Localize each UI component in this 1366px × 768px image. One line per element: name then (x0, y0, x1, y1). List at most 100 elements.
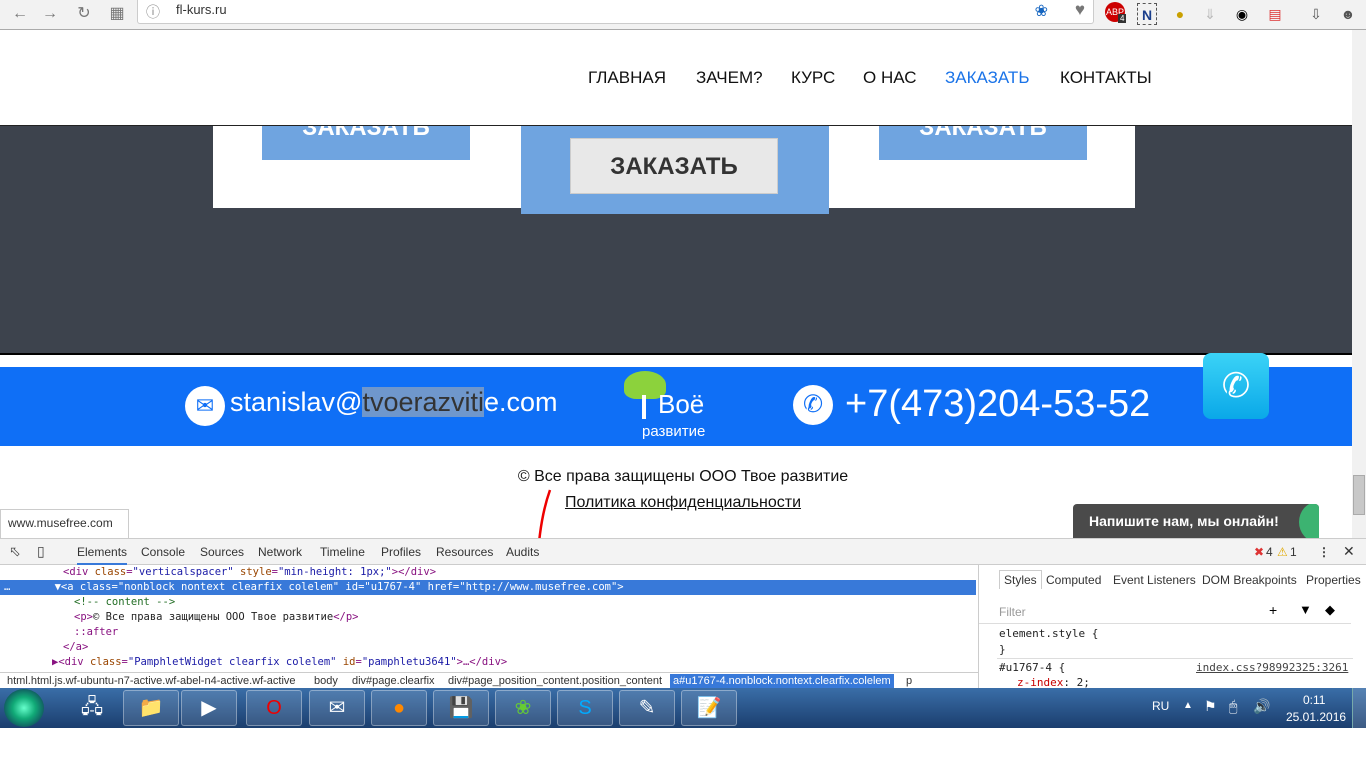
tab-event-listeners[interactable]: Event Listeners (1113, 573, 1196, 587)
privacy-policy-label[interactable]: Политика конфиденциальности (565, 494, 801, 511)
n-extension-icon[interactable]: N (1137, 3, 1157, 25)
phone-number[interactable]: +7(473)204-53-52 (845, 383, 1150, 426)
phone-icon: ✆ (793, 385, 833, 425)
taskbar-notepadpp[interactable]: ✎ (619, 690, 675, 726)
email-icon: ✉ (185, 386, 225, 426)
nav-about[interactable]: О НАС (863, 68, 916, 88)
dom-node[interactable]: <div class="verticalspacer" style="min-h… (63, 565, 436, 580)
email-link[interactable]: stanislav@tvoerazvitie.com (230, 387, 558, 418)
taskbar-skype[interactable]: S (557, 690, 613, 726)
site-header: ГЛАВНАЯ ЗАЧЕМ? КУРС О НАС ЗАКАЗАТЬ КОНТА… (0, 30, 1352, 126)
tab-styles[interactable]: Styles (999, 570, 1042, 589)
crumb-html[interactable]: html.html.js.wf-ubuntu-n7-active.wf-abel… (4, 674, 299, 689)
dom-tree[interactable]: <div class="verticalspacer" style="min-h… (0, 565, 978, 672)
start-button[interactable] (4, 689, 44, 727)
dom-node-selected[interactable]: … ▼<a class="nonblock nontext clearfix c… (0, 580, 976, 595)
download-arrow-icon[interactable]: ⇓ (1200, 3, 1220, 25)
crumb-body[interactable]: body (311, 674, 341, 689)
site-info-icon[interactable]: ⓘ (146, 2, 160, 22)
download-icon[interactable]: ⇩ (1306, 3, 1326, 25)
page-scrollbar[interactable] (1352, 30, 1366, 538)
bee-icon[interactable]: ● (1170, 3, 1190, 25)
order-button-left[interactable]: ЗАКАЗАТЬ (262, 126, 470, 160)
dom-node-close[interactable]: </a> (63, 640, 88, 655)
warning-icon[interactable]: ⚠ (1277, 545, 1288, 559)
tab-resources[interactable]: Resources (436, 545, 493, 559)
dom-node[interactable]: ▶<div class="PamphletWidget clearfix col… (52, 655, 507, 670)
taskbar-opera[interactable]: O (246, 690, 302, 726)
dom-node[interactable]: <p>© Все права защищены ООО Твое развити… (74, 610, 358, 625)
rule-selector[interactable]: element.style { (999, 627, 1098, 640)
taskbar-media-player[interactable]: ▶ (181, 690, 237, 726)
pin-icon[interactable]: ▼ (1299, 602, 1312, 617)
taskbar-explorer[interactable]: 📁 (123, 690, 179, 726)
tab-properties[interactable]: Properties (1306, 573, 1361, 587)
nav-order[interactable]: ЗАКАЗАТЬ (945, 68, 1029, 88)
windows-taskbar: 🖧 📁 ▶ O ✉ ● 💾 ❀ S ✎ 📝 RU ▲ ⚑ 🖱 🔊 0:11 25… (0, 688, 1366, 728)
network-icon[interactable]: 🖱 (1229, 698, 1237, 715)
tab-sources[interactable]: Sources (200, 545, 244, 559)
volume-icon[interactable]: 🔊 (1253, 698, 1270, 715)
nav-course[interactable]: КУРС (791, 68, 835, 88)
order-button-center[interactable]: ЗАКАЗАТЬ (570, 138, 778, 194)
nav-contacts[interactable]: КОНТАКТЫ (1060, 68, 1152, 88)
back-icon[interactable]: ← (10, 4, 30, 24)
error-icon[interactable]: ✖ (1254, 545, 1264, 559)
extension-swirl-icon[interactable]: ❀ (1035, 1, 1048, 21)
language-indicator[interactable]: RU (1152, 699, 1169, 713)
rule-selector[interactable]: #u1767-4 { (999, 661, 1065, 674)
rule-source-link[interactable]: index.css?98992325:3261 (1196, 661, 1348, 674)
tab-network[interactable]: Network (258, 545, 302, 559)
crumb-position-content[interactable]: div#page_position_content.position_conte… (445, 674, 665, 689)
tab-timeline[interactable]: Timeline (320, 545, 365, 559)
toggle-state-icon[interactable]: ◆ (1325, 602, 1335, 618)
account-icon[interactable]: ☻ (1338, 3, 1358, 25)
error-count[interactable]: 4 (1266, 545, 1273, 559)
crumb-page[interactable]: div#page.clearfix (349, 674, 438, 689)
chat-widget[interactable]: Напишите нам, мы онлайн! (1073, 504, 1319, 538)
tab-dom-breakpoints[interactable]: DOM Breakpoints (1202, 573, 1297, 587)
crumb-p[interactable]: p (903, 674, 915, 689)
show-hidden-icons[interactable]: ▲ (1183, 700, 1193, 711)
url-text[interactable]: fl-kurs.ru (176, 2, 227, 17)
add-rule-icon[interactable]: + (1269, 602, 1277, 618)
address-bar[interactable]: ⓘ fl-kurs.ru ❀ ♥ (137, 0, 1094, 24)
eye-icon[interactable]: ◉ (1232, 3, 1252, 25)
apps-grid-icon[interactable]: ▦ (107, 4, 127, 24)
heart-icon[interactable]: ♥ (1075, 0, 1085, 20)
show-desktop-button[interactable] (1352, 688, 1366, 728)
pricing-section: ЗАКАЗАТЬ ЗАКАЗАТЬ ЗАКАЗАТЬ (0, 126, 1352, 355)
note-icon[interactable]: ▤ (1265, 3, 1285, 25)
reload-icon[interactable]: ↻ (74, 4, 94, 24)
device-mode-icon[interactable]: ▯ (37, 543, 45, 560)
tab-computed[interactable]: Computed (1046, 573, 1101, 587)
action-center-flag-icon[interactable]: ⚑ (1204, 698, 1217, 715)
devtools-tabbar: ⬁ ▯ Elements Console Sources Network Tim… (0, 539, 1366, 565)
clock-date[interactable]: 25.01.2016 (1286, 710, 1346, 724)
callback-button[interactable]: ✆ (1203, 353, 1269, 419)
nav-home[interactable]: ГЛАВНАЯ (588, 68, 666, 88)
tab-console[interactable]: Console (141, 545, 185, 559)
nav-why[interactable]: ЗАЧЕМ? (696, 68, 763, 88)
tab-elements[interactable]: Elements (77, 545, 128, 565)
inspect-icon[interactable]: ⬁ (9, 543, 21, 560)
tab-audits[interactable]: Audits (506, 545, 539, 559)
dom-comment[interactable]: <!-- content --> (74, 595, 175, 610)
taskbar-firefox[interactable]: ● (371, 690, 427, 726)
taskbar-thunderbird[interactable]: ✉ (309, 690, 365, 726)
dom-pseudo[interactable]: ::after (74, 625, 118, 640)
breadcrumb: html.html.js.wf-ubuntu-n7-active.wf-abel… (0, 672, 978, 689)
taskbar-icq[interactable]: ❀ (495, 690, 551, 726)
taskbar-notepad[interactable]: 📝 (681, 690, 737, 726)
more-icon[interactable]: ⋮ (1318, 545, 1330, 559)
styles-filter[interactable]: Filter + ▼ ◆ (979, 598, 1351, 624)
clock-time[interactable]: 0:11 (1303, 693, 1325, 707)
forward-icon[interactable]: → (40, 4, 60, 24)
taskbar-network-app[interactable]: 🖧 (64, 690, 120, 726)
taskbar-save-app[interactable]: 💾 (433, 690, 489, 726)
crumb-anchor[interactable]: a#u1767-4.nonblock.nontext.clearfix.cole… (670, 674, 894, 689)
warning-count[interactable]: 1 (1290, 545, 1297, 559)
order-button-right[interactable]: ЗАКАЗАТЬ (879, 126, 1087, 160)
tab-profiles[interactable]: Profiles (381, 545, 421, 559)
close-icon[interactable]: ✕ (1343, 543, 1355, 560)
